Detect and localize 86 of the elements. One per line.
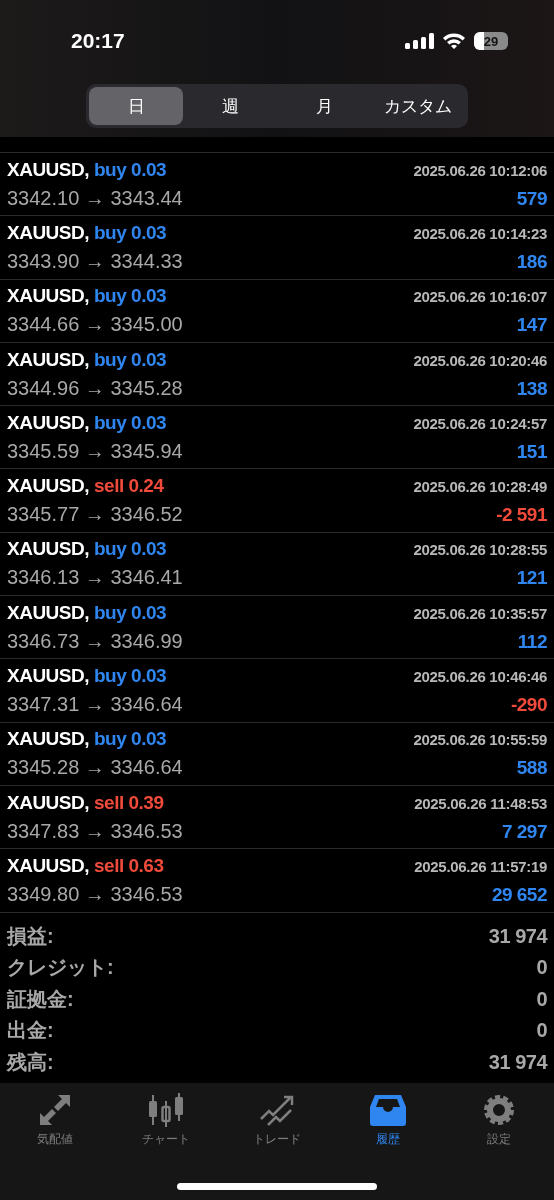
price-range: 3345.28 → 3346.64 xyxy=(7,756,183,780)
profit-value: 186 xyxy=(516,250,547,273)
profit-value: 112 xyxy=(517,630,547,653)
price-range: 3345.59 → 3345.94 xyxy=(7,439,183,463)
trade-label: sell 0.63 xyxy=(94,854,164,877)
trade-label: buy 0.03 xyxy=(94,411,167,434)
profit-value: 579 xyxy=(516,187,547,210)
summary-value: 0 xyxy=(536,987,547,1011)
summary-value: 31 974 xyxy=(488,924,547,948)
period-tab[interactable]: カスタム xyxy=(371,87,465,125)
deal-time: 2025.06.26 10:12:06 xyxy=(413,161,547,179)
deal-time: 2025.06.26 10:55:59 xyxy=(413,731,547,749)
symbol-label: XAUUSD, xyxy=(7,791,89,814)
price-range: 3345.77 → 3346.52 xyxy=(7,503,183,527)
summary-value: 31 974 xyxy=(488,1050,547,1074)
symbol-label: XAUUSD, xyxy=(7,665,89,687)
symbol-label: XAUUSD, xyxy=(7,728,89,751)
deal-time: 2025.06.26 10:28:49 xyxy=(413,478,547,496)
tab-bar-item[interactable]: トレード xyxy=(221,1093,333,1148)
price-range: 3343.90 → 3344.33 xyxy=(7,249,183,273)
summary-label: 証拠金: xyxy=(7,986,74,1012)
wifi-icon xyxy=(442,32,466,50)
profit-value: 7 297 xyxy=(501,820,547,843)
profit-value: -290 xyxy=(510,694,547,716)
summary-label: 損益: xyxy=(7,923,54,949)
inbox-tray-icon xyxy=(368,1093,407,1127)
price-range: 3347.83 → 3346.53 xyxy=(7,819,183,843)
symbol-label: XAUUSD, xyxy=(7,538,89,561)
deal-time: 2025.06.26 10:28:55 xyxy=(413,541,547,559)
deal-time: 2025.06.26 10:14:23 xyxy=(413,224,547,242)
tab-bar-item[interactable]: 気配値 xyxy=(0,1093,111,1148)
profit-value: 588 xyxy=(516,757,547,780)
deal-time: 2025.06.26 10:46:46 xyxy=(413,668,547,685)
symbol-label: XAUUSD, xyxy=(7,158,89,181)
summary-label: 出金: xyxy=(7,1018,54,1044)
trade-label: buy 0.03 xyxy=(94,348,167,371)
summary-label: クレジット: xyxy=(7,955,114,981)
trade-label: buy 0.03 xyxy=(94,221,167,244)
profit-value: 151 xyxy=(516,440,547,463)
tab-bar-item[interactable]: 設定 xyxy=(443,1093,554,1148)
trade-label: buy 0.03 xyxy=(94,665,167,687)
tab-bar-item[interactable]: 履歴 xyxy=(332,1093,444,1148)
price-range: 3349.80 → 3346.53 xyxy=(7,882,183,906)
signal-icon xyxy=(405,32,434,50)
symbol-label: XAUUSD, xyxy=(7,221,89,244)
trade-label: sell 0.24 xyxy=(94,475,164,498)
price-range: 3342.10 → 3343.44 xyxy=(7,186,183,210)
symbol-label: XAUUSD, xyxy=(7,854,89,877)
profit-value: -2 591 xyxy=(496,504,547,527)
profit-value: 29 652 xyxy=(491,883,547,906)
deal-time: 2025.06.26 10:16:07 xyxy=(413,288,547,306)
profit-value: 121 xyxy=(516,567,547,590)
deal-time: 2025.06.26 11:48:53 xyxy=(414,794,547,812)
price-range: 3346.13 → 3346.41 xyxy=(7,566,183,590)
price-range: 3346.73 → 3346.99 xyxy=(7,629,183,653)
symbol-label: XAUUSD, xyxy=(7,601,89,624)
price-range: 3347.31 → 3346.64 xyxy=(7,693,183,716)
summary-value: 0 xyxy=(536,956,547,980)
summary-label: 残高: xyxy=(7,1049,54,1075)
symbol-label: XAUUSD, xyxy=(7,285,89,308)
symbol-label: XAUUSD, xyxy=(7,411,89,434)
trade-label: buy 0.03 xyxy=(94,728,167,751)
symbol-label: XAUUSD, xyxy=(7,475,89,498)
battery-icon: 29 xyxy=(474,32,508,50)
trade-label: buy 0.03 xyxy=(94,158,167,181)
deal-time: 2025.06.26 10:35:57 xyxy=(413,604,547,622)
deal-time: 2025.06.26 10:20:46 xyxy=(413,351,547,369)
trade-label: buy 0.03 xyxy=(94,601,167,624)
profit-value: 147 xyxy=(516,314,547,337)
candlestick-icon xyxy=(147,1093,186,1127)
period-tab[interactable]: 月 xyxy=(277,87,371,125)
tab-bar-item[interactable]: チャート xyxy=(110,1093,222,1148)
profit-value: 138 xyxy=(516,377,547,400)
price-range: 3344.96 → 3345.28 xyxy=(7,376,183,400)
trend-arrow-icon xyxy=(258,1093,296,1127)
price-range: 3344.66 → 3345.00 xyxy=(7,313,183,337)
symbol-label: XAUUSD, xyxy=(7,348,89,371)
period-tab[interactable]: 日 xyxy=(89,87,183,125)
deal-time: 2025.06.26 11:57:19 xyxy=(414,857,547,875)
deal-time: 2025.06.26 10:24:57 xyxy=(413,414,547,432)
period-tab[interactable]: 週 xyxy=(183,87,277,125)
trade-label: buy 0.03 xyxy=(94,285,167,308)
trade-label: buy 0.03 xyxy=(94,538,167,561)
trade-label: sell 0.39 xyxy=(94,791,164,814)
clock-time: 20:17 xyxy=(71,29,125,53)
summary-value: 0 xyxy=(536,1019,547,1043)
